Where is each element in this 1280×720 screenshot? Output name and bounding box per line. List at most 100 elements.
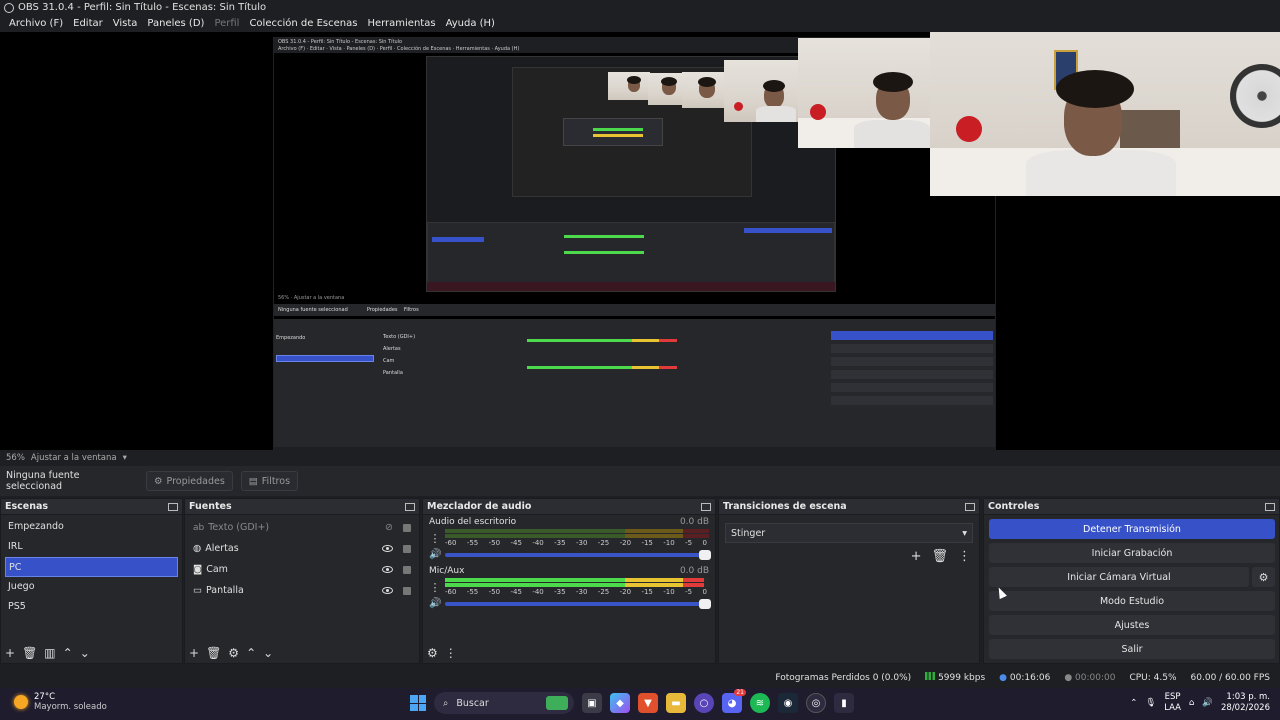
- chevron-up-icon[interactable]: ⌃: [246, 646, 256, 660]
- more-menu-icon[interactable]: ⋮: [958, 549, 971, 564]
- volume-icon[interactable]: 🔊: [1202, 698, 1213, 708]
- add-icon[interactable]: +: [5, 646, 15, 660]
- lock-icon[interactable]: [403, 586, 411, 595]
- task-view-icon[interactable]: ▣: [582, 693, 602, 713]
- stream-time: ● 00:16:06: [999, 672, 1051, 683]
- scene-item[interactable]: IRL: [1, 537, 182, 557]
- language-indicator[interactable]: ESP LAA: [1164, 692, 1181, 714]
- trash-icon[interactable]: 🗑: [931, 549, 948, 564]
- microphone-icon[interactable]: 🎙: [1145, 698, 1156, 708]
- steam-icon[interactable]: ◉: [778, 693, 798, 713]
- properties-button[interactable]: ⚙ Propiedades: [146, 471, 233, 491]
- scene-item[interactable]: Juego: [1, 577, 182, 597]
- menu-herramientas[interactable]: Herramientas: [362, 18, 440, 29]
- lock-icon[interactable]: [403, 544, 411, 553]
- speaker-icon[interactable]: 🔊: [429, 598, 441, 609]
- windows-start-icon[interactable]: [410, 695, 426, 711]
- lock-icon[interactable]: [403, 523, 411, 532]
- search-icon: ⌕: [443, 697, 449, 709]
- network-icon[interactable]: ⌂: [1189, 698, 1194, 708]
- sources-title: Fuentes: [189, 501, 232, 512]
- mixer-header: Mezclador de audio: [423, 499, 715, 515]
- undock-icon[interactable]: [1265, 502, 1275, 511]
- menu-perfil[interactable]: Perfil: [209, 18, 244, 29]
- meter-bar-left: [445, 529, 709, 533]
- studio-mode-button[interactable]: Modo Estudio: [989, 591, 1275, 611]
- chevron-up-icon[interactable]: ⌃: [1130, 698, 1137, 708]
- filters-button[interactable]: ▤ Filtros: [240, 471, 299, 491]
- lock-icon[interactable]: [403, 565, 411, 574]
- slider-knob[interactable]: [699, 549, 711, 560]
- scene-item-selected[interactable]: PC: [5, 557, 178, 577]
- trash-icon[interactable]: 🗑: [22, 646, 37, 660]
- volume-slider[interactable]: [445, 598, 711, 609]
- source-item[interactable]: ◍ Alertas: [185, 538, 419, 559]
- audio-app-icon[interactable]: ▮: [834, 693, 854, 713]
- channel-menu-icon[interactable]: ⋮: [429, 532, 441, 545]
- spotify-icon[interactable]: ≋: [750, 693, 770, 713]
- menu-archivo[interactable]: Archivo (F): [4, 18, 68, 29]
- menu-editar[interactable]: Editar: [68, 18, 108, 29]
- eye-icon[interactable]: [382, 587, 393, 594]
- gear-icon[interactable]: ⚙: [228, 646, 239, 660]
- folder-icon[interactable]: ▬: [666, 693, 686, 713]
- fit-window-dropdown[interactable]: Ajustar a la ventana: [31, 453, 117, 463]
- chevron-down-icon[interactable]: ⌄: [263, 646, 273, 660]
- stop-stream-button[interactable]: Detener Transmisión: [989, 519, 1275, 539]
- controls-title: Controles: [988, 501, 1040, 512]
- source-item[interactable]: ab Texto (GDI+) ⊘: [185, 517, 419, 538]
- menu-vista[interactable]: Vista: [108, 18, 143, 29]
- chevron-down-icon[interactable]: ▾: [123, 453, 127, 463]
- menu-ayuda[interactable]: Ayuda (H): [441, 18, 500, 29]
- search-label: Buscar: [456, 697, 489, 709]
- obs-icon[interactable]: ◎: [806, 693, 826, 713]
- mixer-channel-desktop: Audio del escritorio 0.0 dB ⋮ -60 -55 -50 -4…: [423, 515, 715, 560]
- mixer-toolbar: ⚙ ⋮: [423, 643, 715, 663]
- source-item[interactable]: ◙ Cam: [185, 559, 419, 580]
- transition-select[interactable]: Stinger ▾: [725, 523, 973, 543]
- trash-icon[interactable]: 🗑: [206, 646, 221, 660]
- record-icon: ●: [1064, 672, 1073, 683]
- speaker-icon[interactable]: 🔊: [429, 549, 441, 560]
- add-icon[interactable]: +: [911, 549, 922, 564]
- undock-icon[interactable]: [405, 502, 415, 511]
- copilot-icon[interactable]: ◆: [610, 693, 630, 713]
- scenes-title: Escenas: [5, 501, 49, 512]
- start-virtual-camera-button[interactable]: Iniciar Cámara Virtual: [989, 567, 1249, 587]
- sources-toolbar: + 🗑 ⚙ ⌃ ⌄: [185, 643, 419, 663]
- start-recording-button[interactable]: Iniciar Grabación: [989, 543, 1275, 563]
- eye-icon[interactable]: [382, 566, 393, 573]
- slider-knob[interactable]: [699, 598, 711, 609]
- menu-paneles[interactable]: Paneles (D): [142, 18, 209, 29]
- preview-canvas[interactable]: OBS 31.0.4 - Perfil: Sin Título - Escena…: [0, 32, 1280, 450]
- app-circle-icon[interactable]: ○: [694, 693, 714, 713]
- meter-bar-right: [445, 583, 709, 587]
- volume-slider[interactable]: [445, 549, 711, 560]
- scene-item[interactable]: Empezando: [1, 517, 182, 537]
- undock-icon[interactable]: [168, 502, 178, 511]
- menu-coleccion-escenas[interactable]: Colección de Escenas: [244, 18, 362, 29]
- chevron-down-icon[interactable]: ⌄: [80, 646, 90, 660]
- channel-name: Audio del escritorio: [429, 517, 517, 527]
- source-item[interactable]: ▭ Pantalla: [185, 580, 419, 601]
- discord-icon[interactable]: ◕ 21: [722, 689, 746, 713]
- taskbar-search[interactable]: ⌕ Buscar: [434, 692, 574, 714]
- more-menu-icon[interactable]: ⋮: [445, 646, 457, 660]
- channel-menu-icon[interactable]: ⋮: [429, 581, 441, 594]
- undock-icon[interactable]: [965, 502, 975, 511]
- eye-icon[interactable]: [382, 545, 393, 552]
- filter-icon[interactable]: ▥: [44, 646, 55, 660]
- add-icon[interactable]: +: [189, 646, 199, 660]
- weather-widget[interactable]: 27°C Mayorm. soleado: [14, 692, 107, 712]
- gear-icon[interactable]: ⚙: [1252, 567, 1275, 587]
- webcam-frame-4: [724, 60, 798, 122]
- exit-button[interactable]: Salir: [989, 639, 1275, 659]
- chevron-up-icon[interactable]: ⌃: [63, 646, 73, 660]
- brave-icon[interactable]: ▼: [638, 693, 658, 713]
- settings-button[interactable]: Ajustes: [989, 615, 1275, 635]
- scene-item[interactable]: PS5: [1, 597, 182, 617]
- eye-hidden-icon[interactable]: ⊘: [385, 522, 393, 533]
- gear-icon[interactable]: ⚙: [427, 646, 438, 660]
- clock[interactable]: 1:03 p. m. 28/02/2026: [1221, 692, 1270, 714]
- undock-icon[interactable]: [701, 502, 711, 511]
